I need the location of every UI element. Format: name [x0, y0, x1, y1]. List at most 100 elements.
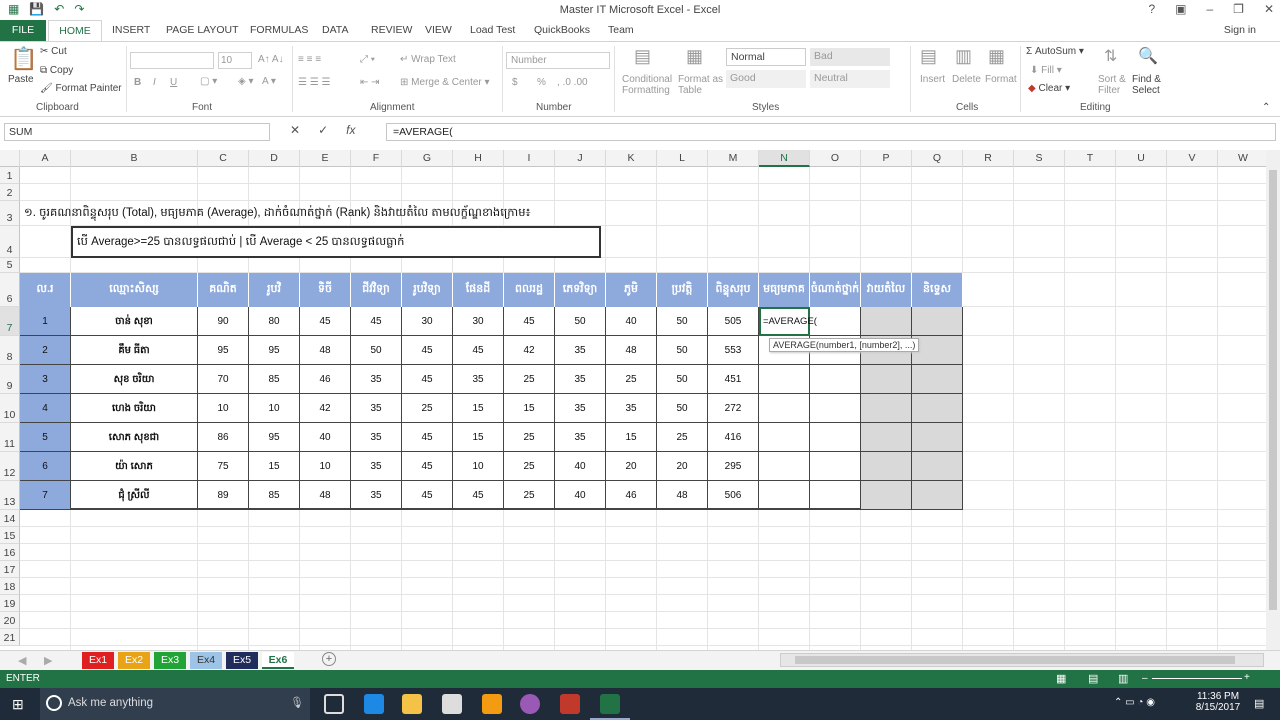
- table-cell[interactable]: 35: [555, 423, 606, 452]
- table-cell[interactable]: 45: [402, 336, 453, 365]
- tab-home[interactable]: HOME: [48, 20, 102, 42]
- table-header-15[interactable]: វាយតំលៃ: [861, 273, 912, 307]
- column-header-s[interactable]: S: [1014, 150, 1065, 167]
- table-cell[interactable]: 45: [402, 481, 453, 510]
- table-cell[interactable]: 15: [606, 423, 657, 452]
- table-cell[interactable]: [861, 307, 912, 336]
- row-header-16[interactable]: 16: [0, 544, 20, 561]
- italic-button[interactable]: I: [153, 77, 156, 88]
- media-icon[interactable]: [520, 694, 540, 714]
- table-cell[interactable]: 50: [657, 307, 708, 336]
- table-header-16[interactable]: និទ្ទេស: [912, 273, 963, 307]
- table-cell[interactable]: [810, 423, 861, 452]
- table-cell[interactable]: 89: [198, 481, 249, 510]
- find-select-button[interactable]: Find & Select: [1132, 74, 1161, 96]
- notifications-icon[interactable]: ▤: [1254, 697, 1264, 710]
- table-cell[interactable]: 15: [504, 394, 555, 423]
- table-header-11[interactable]: ប្រវត្តិ: [657, 273, 708, 307]
- delete-cells-button[interactable]: Delete: [952, 74, 981, 85]
- table-cell[interactable]: 15: [453, 423, 504, 452]
- table-cell[interactable]: 50: [657, 394, 708, 423]
- table-cell[interactable]: 35: [555, 365, 606, 394]
- table-header-9[interactable]: ភេទវិទ្យា: [555, 273, 606, 307]
- horizontal-scrollbar[interactable]: [780, 653, 1264, 667]
- tray-icons[interactable]: ⌃ ▭ ◔ ◉: [1114, 697, 1155, 708]
- view-page-break-icon[interactable]: ▥: [1118, 672, 1128, 685]
- table-cell[interactable]: 20: [606, 452, 657, 481]
- bold-button[interactable]: B: [134, 77, 141, 88]
- table-cell[interactable]: [810, 394, 861, 423]
- table-cell[interactable]: [912, 481, 963, 510]
- conditional-formatting-button[interactable]: Conditional Formatting: [622, 74, 672, 96]
- table-cell[interactable]: 10: [453, 452, 504, 481]
- table-cell[interactable]: 25: [606, 365, 657, 394]
- row-header-20[interactable]: 20: [0, 612, 20, 629]
- column-header-q[interactable]: Q: [912, 150, 963, 167]
- table-cell[interactable]: [759, 365, 810, 394]
- table-header-14[interactable]: ចំណាត់ថ្នាក់: [810, 273, 861, 307]
- active-cell[interactable]: =AVERAGE(: [759, 307, 817, 336]
- minimize-icon[interactable]: –: [1206, 2, 1213, 16]
- function-tooltip[interactable]: AVERAGE(number1, [number2], ...): [769, 338, 920, 352]
- table-cell[interactable]: 80: [249, 307, 300, 336]
- tab-team[interactable]: Team: [608, 24, 634, 36]
- table-cell[interactable]: 15: [249, 452, 300, 481]
- table-cell[interactable]: 35: [555, 394, 606, 423]
- sheet-tab-ex3[interactable]: Ex3: [154, 652, 186, 669]
- row-header-14[interactable]: 14: [0, 510, 20, 527]
- table-cell[interactable]: [759, 394, 810, 423]
- borders-icon[interactable]: ▢ ▾: [200, 76, 217, 87]
- tab-view[interactable]: VIEW: [425, 24, 452, 36]
- table-cell[interactable]: 48: [300, 481, 351, 510]
- table-cell[interactable]: [912, 423, 963, 452]
- worksheet-grid[interactable]: ABCDEFGHIJKLMNOPQRSTUVW 1 2 3 4 5 6 7 8 9 10 11 12 1…: [0, 150, 1266, 650]
- column-header-l[interactable]: L: [657, 150, 708, 167]
- horizontal-align-icons[interactable]: ☰ ☰ ☰: [298, 77, 330, 88]
- pdf-icon[interactable]: [560, 694, 580, 714]
- table-cell[interactable]: [861, 365, 912, 394]
- table-cell[interactable]: ជុំ ស្រីលី: [71, 481, 198, 510]
- table-cell[interactable]: 35: [351, 365, 402, 394]
- row-header-1[interactable]: 1: [0, 167, 20, 184]
- table-cell[interactable]: 40: [555, 452, 606, 481]
- table-cell[interactable]: 25: [504, 423, 555, 452]
- tab-formulas[interactable]: FORMULAS: [250, 24, 308, 36]
- table-cell[interactable]: 35: [555, 336, 606, 365]
- table-cell[interactable]: 30: [402, 307, 453, 336]
- column-header-n[interactable]: N: [759, 150, 810, 167]
- table-cell[interactable]: 85: [249, 481, 300, 510]
- column-header-g[interactable]: G: [402, 150, 453, 167]
- row-header-12[interactable]: 12: [0, 452, 20, 481]
- help-icon[interactable]: ?: [1148, 2, 1155, 16]
- windows-start-icon[interactable]: ⊞: [12, 696, 24, 713]
- comma-decimal-icons[interactable]: , .0 .00: [557, 77, 588, 88]
- row-header-5[interactable]: 5: [0, 258, 20, 273]
- grow-font-icon[interactable]: A↑ A↓: [258, 54, 284, 65]
- table-cell[interactable]: 46: [300, 365, 351, 394]
- table-cell[interactable]: 3: [20, 365, 71, 394]
- table-cell[interactable]: 15: [453, 394, 504, 423]
- row-header-3[interactable]: 3: [0, 201, 20, 226]
- column-header-t[interactable]: T: [1065, 150, 1116, 167]
- close-icon[interactable]: ✕: [1264, 2, 1274, 16]
- table-cell[interactable]: 25: [657, 423, 708, 452]
- format-as-table-button[interactable]: Format as Table: [678, 74, 723, 96]
- scroll-tabs-right-icon[interactable]: ▶: [44, 654, 52, 667]
- table-cell[interactable]: 505: [708, 307, 759, 336]
- sheet-tab-ex5[interactable]: Ex5: [226, 652, 258, 669]
- table-header-1[interactable]: ឈ្មោះសិស្ស: [71, 273, 198, 307]
- store-icon[interactable]: [442, 694, 462, 714]
- ribbon-display-icon[interactable]: ▣: [1175, 2, 1186, 16]
- row-header-10[interactable]: 10: [0, 394, 20, 423]
- task-view-icon[interactable]: [324, 694, 344, 714]
- table-cell[interactable]: 40: [555, 481, 606, 510]
- cancel-icon[interactable]: ✕: [290, 123, 300, 137]
- copy-button[interactable]: ⧉ Copy: [40, 65, 73, 76]
- column-header-k[interactable]: K: [606, 150, 657, 167]
- row-header-9[interactable]: 9: [0, 365, 20, 394]
- column-header-w[interactable]: W: [1218, 150, 1266, 167]
- row-header-8[interactable]: 8: [0, 336, 20, 365]
- table-cell[interactable]: 7: [20, 481, 71, 510]
- table-cell[interactable]: 45: [402, 423, 453, 452]
- table-cell[interactable]: សោភ សុខជា: [71, 423, 198, 452]
